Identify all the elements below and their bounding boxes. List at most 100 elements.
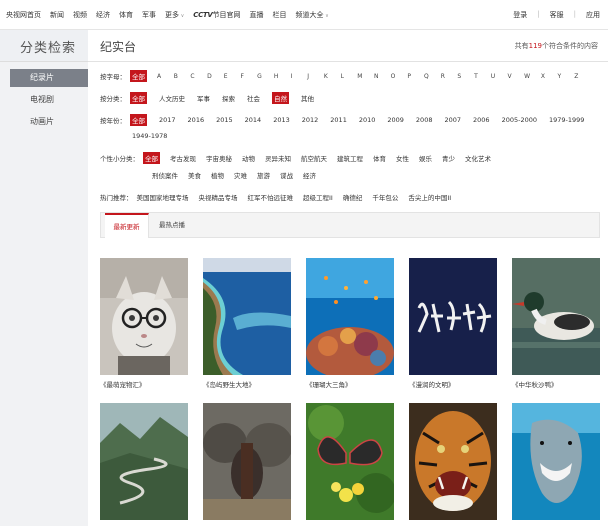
filter-letter-option[interactable]: R bbox=[441, 73, 458, 80]
nav-link-cctv-home[interactable]: 央视网首页 bbox=[6, 10, 41, 20]
butterfly-flower-thumb[interactable] bbox=[306, 403, 394, 520]
filter-year-option[interactable]: 2012 bbox=[302, 116, 319, 124]
filter-year-option[interactable]: 2015 bbox=[216, 116, 233, 124]
filter-category-option[interactable]: 自然 bbox=[272, 92, 289, 104]
filter-category-option[interactable]: 人文历史 bbox=[159, 93, 185, 103]
filter-letter-option[interactable]: G bbox=[257, 73, 274, 80]
elephant-herd-thumb[interactable] bbox=[203, 403, 291, 520]
filter-letter-option[interactable]: D bbox=[207, 73, 224, 80]
sidebar-item-animation[interactable]: 动画片 bbox=[10, 113, 88, 131]
login-link[interactable]: 登录 bbox=[513, 10, 527, 20]
nav-link-sports[interactable]: 体育 bbox=[119, 10, 133, 20]
filter-letter-option[interactable]: I bbox=[291, 73, 308, 80]
filter-letter-option[interactable]: S bbox=[457, 73, 474, 80]
filter-subcat-all[interactable]: 全部 bbox=[143, 152, 160, 164]
filter-letter-option[interactable]: Q bbox=[424, 73, 441, 80]
filter-letter-option[interactable]: J bbox=[307, 73, 324, 80]
filter-letter-option[interactable]: L bbox=[341, 73, 358, 80]
video-title[interactable]: 《漫润的文明》 bbox=[409, 379, 455, 389]
filter-letter-option[interactable]: H bbox=[274, 73, 291, 80]
filter-subcat-option[interactable]: 航空航天 bbox=[301, 153, 327, 163]
filter-letter-option[interactable]: P bbox=[407, 73, 424, 80]
filter-category-option[interactable]: 探索 bbox=[222, 93, 235, 103]
filter-year-option[interactable]: 2005-2000 bbox=[502, 116, 537, 124]
hot-recommend-link[interactable]: 央视精品专场 bbox=[199, 192, 238, 202]
filter-letter-option[interactable]: X bbox=[541, 73, 558, 80]
filter-subcat-option[interactable]: 宇宙奥秘 bbox=[206, 153, 232, 163]
filter-letter-option[interactable]: A bbox=[157, 73, 174, 80]
nav-link-more[interactable]: 更多 ∨ bbox=[165, 10, 184, 20]
filter-category-option[interactable]: 军事 bbox=[197, 93, 210, 103]
filter-category-option[interactable]: 其他 bbox=[301, 93, 314, 103]
hot-recommend-link[interactable]: 舌尖上的中国II bbox=[408, 192, 451, 202]
nav-link-columns[interactable]: 栏目 bbox=[273, 10, 287, 20]
cctv-program-logo[interactable]: CCTV节目官网 bbox=[193, 10, 240, 20]
apps-link[interactable]: 应用 bbox=[586, 10, 600, 20]
filter-letter-option[interactable]: T bbox=[474, 73, 491, 80]
filter-subcat-option[interactable]: 女性 bbox=[396, 153, 409, 163]
shark-thumb[interactable] bbox=[512, 403, 600, 520]
nav-link-channels[interactable]: 频道大全 ∨ bbox=[296, 10, 329, 20]
filter-year-option[interactable]: 2016 bbox=[188, 116, 205, 124]
tab-most-viewed[interactable]: 最热点播 bbox=[159, 213, 185, 238]
filter-year-option[interactable]: 2011 bbox=[330, 116, 347, 124]
island-aerial-thumb[interactable] bbox=[203, 258, 291, 375]
filter-letter-option[interactable]: Z bbox=[574, 73, 591, 80]
video-title[interactable]: 《岛屿野生大地》 bbox=[203, 379, 255, 389]
filter-year-option[interactable]: 2007 bbox=[444, 116, 461, 124]
hot-recommend-link[interactable]: 美国国家地理专场 bbox=[137, 192, 189, 202]
filter-year-option[interactable]: 2014 bbox=[245, 116, 262, 124]
nav-link-news[interactable]: 新闻 bbox=[50, 10, 64, 20]
hot-recommend-link[interactable]: 千年包公 bbox=[372, 192, 398, 202]
filter-subcat-option[interactable]: 经济 bbox=[303, 170, 316, 180]
tiger-thumb[interactable] bbox=[409, 403, 497, 520]
filter-subcat-option[interactable]: 植物 bbox=[211, 170, 224, 180]
tab-latest[interactable]: 最新更新 bbox=[105, 213, 149, 238]
hot-recommend-link[interactable]: 超级工程II bbox=[303, 192, 333, 202]
filter-year-all[interactable]: 全部 bbox=[130, 114, 147, 126]
filter-year-option[interactable]: 2008 bbox=[416, 116, 433, 124]
nav-link-video[interactable]: 视频 bbox=[73, 10, 87, 20]
cat-glasses-thumb[interactable] bbox=[100, 258, 188, 375]
filter-subcat-option[interactable]: 美食 bbox=[188, 170, 201, 180]
filter-subcat-option[interactable]: 文化艺术 bbox=[465, 153, 491, 163]
filter-subcat-option[interactable]: 谍战 bbox=[280, 170, 293, 180]
filter-year-option[interactable]: 2006 bbox=[473, 116, 490, 124]
filter-letter-option[interactable]: C bbox=[190, 73, 207, 80]
filter-year-option[interactable]: 2013 bbox=[273, 116, 290, 124]
filter-year-option[interactable]: 2017 bbox=[159, 116, 176, 124]
filter-year-option[interactable]: 1979-1999 bbox=[549, 116, 584, 124]
filter-letter-option[interactable]: M bbox=[357, 73, 374, 80]
filter-year-option[interactable]: 1949-1978 bbox=[132, 132, 167, 140]
filter-subcat-option[interactable]: 灵异未知 bbox=[265, 153, 291, 163]
filter-subcat-option[interactable]: 动物 bbox=[242, 153, 255, 163]
filter-subcat-option[interactable]: 娱乐 bbox=[419, 153, 432, 163]
hot-recommend-link[interactable]: 红军不怕远征难 bbox=[248, 192, 294, 202]
filter-category-all[interactable]: 全部 bbox=[130, 92, 147, 104]
video-title[interactable]: 《中华秋沙鸭》 bbox=[512, 379, 558, 389]
merganser-duck-thumb[interactable] bbox=[512, 258, 600, 375]
filter-letter-option[interactable]: F bbox=[240, 73, 257, 80]
filter-letter-option[interactable]: Y bbox=[558, 73, 575, 80]
filter-year-option[interactable]: 2009 bbox=[387, 116, 404, 124]
video-title[interactable]: 《最萌宠物汇》 bbox=[100, 379, 146, 389]
filter-letter-option[interactable]: U bbox=[491, 73, 508, 80]
nav-link-military[interactable]: 军事 bbox=[142, 10, 156, 20]
filter-subcat-option[interactable]: 灾难 bbox=[234, 170, 247, 180]
filter-letter-option[interactable]: W bbox=[524, 73, 541, 80]
filter-letter-option[interactable]: K bbox=[324, 73, 341, 80]
filter-letter-all[interactable]: 全部 bbox=[130, 70, 147, 82]
filter-subcat-option[interactable]: 考古发现 bbox=[170, 153, 196, 163]
calligraphy-thumb[interactable] bbox=[409, 258, 497, 375]
filter-subcat-option[interactable]: 刑侦案件 bbox=[152, 170, 178, 180]
hot-recommend-link[interactable]: 确德纪 bbox=[343, 192, 363, 202]
filter-subcat-option[interactable]: 建筑工程 bbox=[337, 153, 363, 163]
filter-letter-option[interactable]: B bbox=[174, 73, 191, 80]
filter-letter-option[interactable]: E bbox=[224, 73, 241, 80]
filter-subcat-option[interactable]: 青少 bbox=[442, 153, 455, 163]
mountain-road-thumb[interactable] bbox=[100, 403, 188, 520]
sidebar-item-documentary[interactable]: 纪录片 bbox=[10, 69, 88, 87]
coral-reef-thumb[interactable] bbox=[306, 258, 394, 375]
filter-year-option[interactable]: 2010 bbox=[359, 116, 376, 124]
filter-letter-option[interactable]: N bbox=[374, 73, 391, 80]
